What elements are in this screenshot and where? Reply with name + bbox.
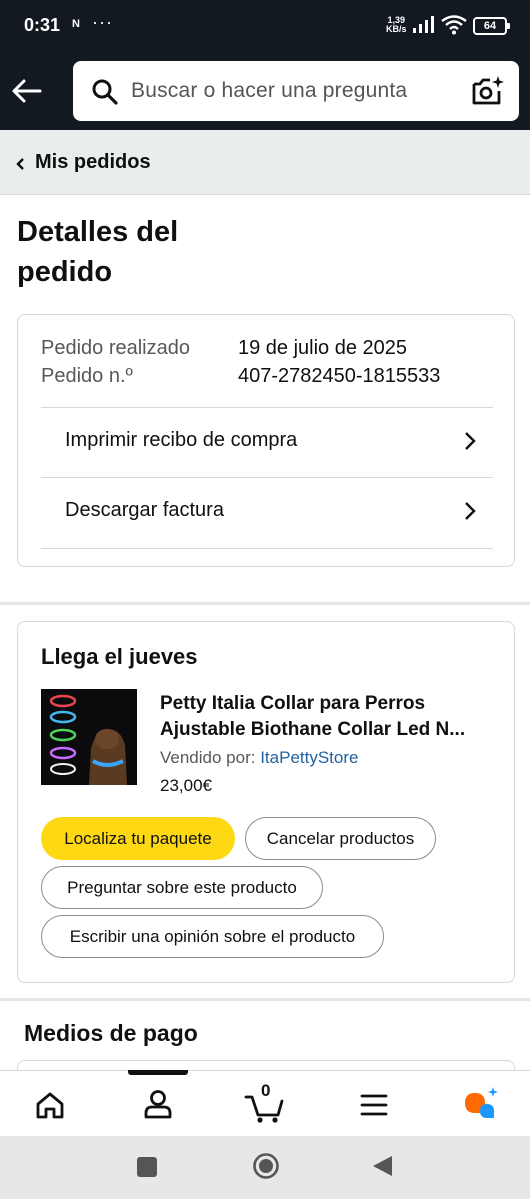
notification-icon: N [72,18,80,30]
product-title-line2: Ajustable Biothane Collar Led N... [160,719,466,740]
chevron-right-icon [465,502,476,520]
rufus-icon[interactable] [462,1085,502,1125]
seller-link[interactable]: ItaPettyStore [260,748,358,767]
home-icon[interactable] [30,1085,70,1125]
search-icon [92,79,118,105]
order-date-value: 19 de julio de 2025 [238,337,408,359]
ask-product-question-button[interactable]: Preguntar sobre este producto [41,866,323,909]
status-time: 0:31 [24,15,61,35]
home-button-icon[interactable] [252,1152,280,1180]
section-separator [0,998,530,1001]
search-header: Buscar o hacer una pregunta [0,52,530,130]
menu-icon[interactable] [354,1085,394,1125]
signal-icon [413,16,434,33]
wifi-icon [441,15,467,35]
divider [41,548,493,549]
print-receipt-label: Imprimir recibo de compra [65,429,298,451]
track-package-button[interactable]: Localiza tu paquete [41,817,235,860]
sold-by: Vendido por: ItaPettyStore [160,748,358,768]
sold-by-label: Vendido por: [160,748,256,767]
search-bar[interactable]: Buscar o hacer una pregunta [73,61,519,121]
cancel-items-button[interactable]: Cancelar productos [245,817,436,860]
bottom-navigation: 0 [0,1070,530,1136]
cart-count: 0 [261,1081,271,1100]
section-separator [0,602,530,605]
payment-section-title: Medios de pago [24,1020,198,1046]
order-number-value: 407-2782450-1815533 [238,365,441,387]
order-date-label: Pedido realizado [41,337,190,359]
active-tab-indicator [128,1070,188,1075]
cart-button[interactable]: 0 [244,1081,286,1125]
download-invoice-label: Descargar factura [65,499,224,521]
network-speed: 1,39 KB/s [386,16,407,34]
product-image[interactable] [41,689,137,785]
delivery-title: Llega el jueves [41,644,198,669]
product-title-line1: Petty Italia Collar para Perros [160,693,426,714]
product-thumbnail-icon [41,689,137,785]
chevron-right-icon [465,432,476,450]
battery-icon: 64 [473,17,510,35]
back-arrow-icon[interactable] [10,74,44,108]
breadcrumb-label[interactable]: Mis pedidos [35,151,151,174]
system-navigation [0,1136,530,1199]
chevron-left-icon [16,158,24,170]
order-number-label: Pedido n.º [41,365,133,387]
download-invoice-link[interactable]: Descargar factura [41,477,493,547]
account-icon[interactable] [138,1085,178,1125]
search-input[interactable]: Buscar o hacer una pregunta [131,79,407,103]
back-button-icon[interactable] [370,1154,394,1178]
status-bar: 0:31 N ··· 1,39 KB/s 64 [0,0,530,52]
print-receipt-link[interactable]: Imprimir recibo de compra [41,407,493,477]
delivery-card: Llega el jueves Petty Italia Collar para… [17,621,515,983]
recent-apps-icon[interactable] [136,1156,158,1178]
product-price: 23,00€ [160,776,212,795]
camera-search-icon[interactable] [471,75,505,107]
network-speed-unit: KB/s [386,24,407,34]
breadcrumb[interactable]: Mis pedidos [0,130,530,195]
write-review-button[interactable]: Escribir una opinión sobre el producto [41,915,384,958]
product-title[interactable]: Petty Italia Collar para Perros Ajustabl… [160,691,500,743]
order-info-card: Pedido realizado 19 de julio de 2025 Ped… [17,314,515,567]
page-title: Detalles del pedido [17,216,179,288]
more-notifications-icon: ··· [92,12,113,32]
